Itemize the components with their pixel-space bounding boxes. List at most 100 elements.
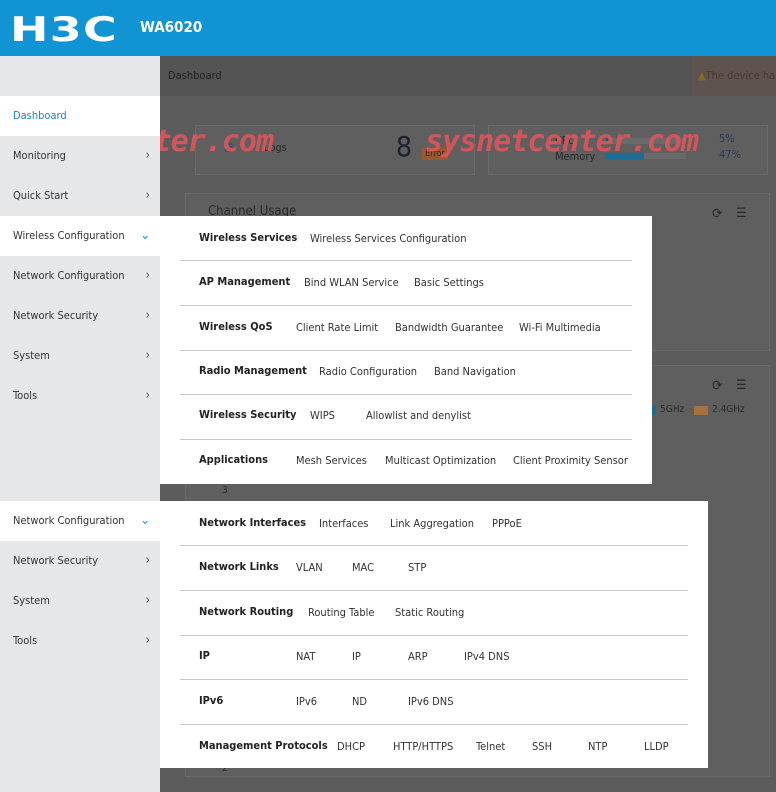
chevron-right-icon: › <box>145 593 150 608</box>
divider <box>180 394 632 395</box>
menu-category: Management Protocols <box>199 739 328 752</box>
menu-category: Wireless Security <box>199 408 297 421</box>
menu-link[interactable]: Routing Table <box>308 606 374 619</box>
menu-link[interactable]: ND <box>352 695 367 708</box>
menu-link[interactable]: Client Rate Limit <box>296 321 378 334</box>
chevron-right-icon: › <box>145 188 150 203</box>
chevron-right-icon: › <box>145 348 150 363</box>
sidebar-item-network-configuration[interactable]: Network Configuration › <box>0 256 160 296</box>
chevron-right-icon: › <box>145 268 150 283</box>
sidebar-item-label: Monitoring <box>13 149 66 162</box>
wireless-configuration-menu: Wireless Services Wireless Services Conf… <box>160 216 652 484</box>
h3c-logo[interactable]: H3C <box>10 10 118 50</box>
sidebar-item-label: System <box>13 349 50 362</box>
device-alert[interactable]: ▲The device ha <box>692 56 776 96</box>
sidebar-item-network-security[interactable]: Network Security › <box>0 296 160 336</box>
sidebar-item-wireless-configuration[interactable]: Wireless Configuration ⌄ <box>0 216 160 256</box>
menu-link[interactable]: IPv6 <box>296 695 317 708</box>
menu-link[interactable]: Mesh Services <box>296 454 367 467</box>
divider <box>180 350 632 351</box>
sidebar-item-label: Tools <box>13 389 38 402</box>
sidebar-item-label: Wireless Configuration <box>13 229 125 242</box>
menu-category: Network Interfaces <box>199 516 307 529</box>
network-configuration-menu: Network Interfaces Interfaces Link Aggre… <box>160 501 708 768</box>
menu-link[interactable]: Link Aggregation <box>390 517 474 530</box>
menu-link[interactable]: Static Routing <box>395 606 464 619</box>
list-icon[interactable]: ☰ <box>736 206 747 221</box>
sidebar-item-label: Tools <box>13 634 38 647</box>
menu-category: Network Routing <box>199 605 294 618</box>
menu-link[interactable]: IPv4 DNS <box>464 650 509 663</box>
menu-link[interactable]: MAC <box>352 561 374 574</box>
sidebar-item-label: Quick Start <box>13 189 69 202</box>
menu-category: Applications <box>199 453 269 466</box>
divider <box>180 545 688 546</box>
chevron-right-icon: › <box>145 633 150 648</box>
sidebar-item-tools[interactable]: Tools › <box>0 621 160 661</box>
menu-link[interactable]: Telnet <box>476 740 505 753</box>
menu-link[interactable]: ARP <box>408 650 428 663</box>
menu-category: AP Management <box>199 275 291 288</box>
logs-count: 8 <box>396 130 413 163</box>
menu-link[interactable]: HTTP/HTTPS <box>393 740 453 753</box>
memory-value: 47% <box>719 148 741 161</box>
list-icon[interactable]: ☰ <box>736 378 747 393</box>
legend-24ghz: 2.4GHz <box>712 404 745 415</box>
menu-link[interactable]: IPv6 DNS <box>408 695 453 708</box>
sidebar-item-system[interactable]: System › <box>0 581 160 621</box>
divider <box>180 724 688 725</box>
sidebar-item-label: Network Configuration <box>13 514 125 527</box>
cpu-value: 5% <box>719 132 735 145</box>
menu-link[interactable]: Interfaces <box>319 517 368 530</box>
divider <box>180 305 632 306</box>
menu-link[interactable]: NTP <box>588 740 607 753</box>
menu-link[interactable]: STP <box>408 561 426 574</box>
menu-link[interactable]: DHCP <box>337 740 365 753</box>
menu-link[interactable]: Bandwidth Guarantee <box>395 321 503 334</box>
breadcrumb-bar <box>160 56 776 96</box>
sidebar-item-tools[interactable]: Tools › <box>0 376 160 416</box>
legend-5ghz: 5GHz <box>660 404 685 415</box>
menu-link[interactable]: Allowlist and denylist <box>366 409 471 422</box>
chevron-down-icon: ⌄ <box>140 228 150 243</box>
menu-link[interactable]: PPPoE <box>492 517 522 530</box>
sidebar: Dashboard Monitoring › Quick Start › Wirel… <box>0 56 160 792</box>
menu-category: Wireless QoS <box>199 320 273 333</box>
menu-category: Network Links <box>199 560 279 573</box>
sidebar-item-label: System <box>13 594 50 607</box>
sidebar-item-system[interactable]: System › <box>0 336 160 376</box>
chevron-right-icon: › <box>145 308 150 323</box>
warning-icon: ▲ <box>698 69 706 82</box>
menu-link[interactable]: WIPS <box>310 409 335 422</box>
menu-link[interactable]: Band Navigation <box>434 365 516 378</box>
chevron-right-icon: › <box>145 388 150 403</box>
chevron-right-icon: › <box>145 553 150 568</box>
menu-link[interactable]: Radio Configuration <box>319 365 417 378</box>
menu-link[interactable]: Bind WLAN Service <box>304 276 399 289</box>
sidebar-item-network-security[interactable]: Network Security › <box>0 541 160 581</box>
menu-link[interactable]: VLAN <box>296 561 323 574</box>
sidebar-item-network-configuration[interactable]: Network Configuration ⌄ <box>0 501 160 541</box>
alert-text: The device ha <box>705 69 776 82</box>
breadcrumb[interactable]: Dashboard <box>168 69 222 82</box>
sidebar-item-dashboard[interactable]: Dashboard <box>0 96 160 136</box>
menu-link[interactable]: Client Proximity Sensor <box>513 454 628 467</box>
refresh-icon[interactable]: ⟳ <box>712 378 723 394</box>
divider <box>180 635 688 636</box>
sidebar-item-label: Network Configuration <box>13 269 125 282</box>
menu-link[interactable]: Wireless Services Configuration <box>310 232 467 245</box>
watermark: sysnetcenter.com <box>425 124 699 159</box>
menu-link[interactable]: Multicast Optimization <box>385 454 496 467</box>
refresh-icon[interactable]: ⟳ <box>712 206 723 222</box>
menu-category: Radio Management <box>199 364 307 377</box>
menu-link[interactable]: SSH <box>532 740 552 753</box>
sidebar-item-quick-start[interactable]: Quick Start › <box>0 176 160 216</box>
chevron-down-icon: ⌄ <box>140 513 150 528</box>
menu-category: Wireless Services <box>199 231 298 244</box>
menu-link[interactable]: Basic Settings <box>414 276 484 289</box>
sidebar-item-monitoring[interactable]: Monitoring › <box>0 136 160 176</box>
menu-link[interactable]: LLDP <box>644 740 669 753</box>
menu-link[interactable]: IP <box>352 650 361 663</box>
menu-link[interactable]: Wi-Fi Multimedia <box>519 321 601 334</box>
menu-link[interactable]: NAT <box>296 650 315 663</box>
